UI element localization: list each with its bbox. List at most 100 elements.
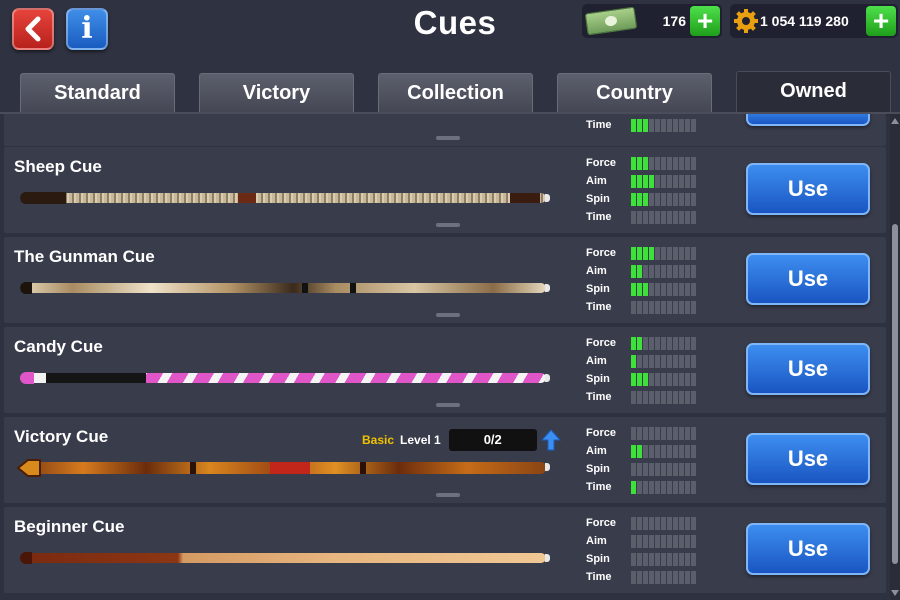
stat-bar-empty	[679, 463, 684, 476]
scrollbar[interactable]	[890, 114, 900, 600]
stat-bar-filled	[637, 157, 642, 170]
stat-bar-empty	[649, 391, 654, 404]
cue-tip	[545, 554, 550, 562]
stat-bar-empty	[667, 355, 672, 368]
tab-country[interactable]: Country	[557, 73, 712, 113]
stat-bar-empty	[685, 463, 690, 476]
stat-aim: Aim	[586, 533, 706, 551]
stat-label: Force	[586, 157, 616, 169]
add-coins-button[interactable]: +	[866, 6, 896, 36]
stat-bar-empty	[637, 463, 642, 476]
stat-bar-filled	[643, 247, 648, 260]
stat-bar-empty	[643, 211, 648, 224]
stat-bar-empty	[679, 119, 684, 132]
back-button[interactable]	[12, 8, 54, 50]
stat-bar-empty	[685, 355, 690, 368]
cue-band	[190, 462, 196, 474]
stat-bars	[631, 119, 696, 132]
stat-time: Time	[586, 569, 706, 587]
stat-label: Time	[586, 301, 612, 313]
stat-bar-empty	[691, 157, 696, 170]
scroll-down-arrow-icon[interactable]	[891, 590, 899, 596]
stat-bar-empty	[673, 157, 678, 170]
stat-bars	[631, 211, 696, 224]
stat-bar-empty	[637, 571, 642, 584]
stat-bar-filled	[631, 265, 636, 278]
cue-row-candy: Candy Cue Force Aim Spin Time Use	[4, 327, 886, 413]
stat-bar-empty	[643, 265, 648, 278]
stat-bar-empty	[661, 535, 666, 548]
tab-collection[interactable]: Collection	[378, 73, 533, 113]
scroll-up-arrow-icon[interactable]	[891, 118, 899, 124]
drag-handle	[436, 136, 460, 140]
stat-bar-filled	[631, 445, 636, 458]
stat-bar-empty	[661, 553, 666, 566]
use-button[interactable]	[746, 114, 870, 126]
upgrade-arrow-icon[interactable]	[540, 429, 561, 451]
stat-bar-empty	[643, 391, 648, 404]
stat-label: Spin	[586, 553, 610, 565]
stat-bar-empty	[691, 373, 696, 386]
tab-victory[interactable]: Victory	[199, 73, 354, 113]
stat-bar-empty	[643, 463, 648, 476]
stat-bar-empty	[637, 535, 642, 548]
stat-bar-empty	[661, 517, 666, 530]
stat-spin: Spin	[586, 371, 706, 389]
cash-icon	[584, 6, 638, 36]
coins-counter: 1 054 119 280 +	[730, 4, 898, 38]
cue-row-gunman: The Gunman Cue Force Aim Spin Time Use	[4, 237, 886, 323]
stat-spin: Spin	[586, 551, 706, 569]
add-cash-button[interactable]: +	[690, 6, 720, 36]
cue-image	[20, 372, 550, 384]
stat-bar-empty	[649, 355, 654, 368]
tab-owned[interactable]: Owned	[736, 71, 891, 116]
stat-bar-empty	[643, 481, 648, 494]
stat-bar-empty	[691, 193, 696, 206]
stat-bar-empty	[667, 157, 672, 170]
stat-bar-empty	[679, 175, 684, 188]
scroll-thumb[interactable]	[892, 224, 898, 564]
stat-bar-empty	[667, 301, 672, 314]
stat-bar-empty	[679, 427, 684, 440]
stat-bar-empty	[673, 301, 678, 314]
drag-handle	[436, 223, 460, 227]
stat-bar-empty	[631, 535, 636, 548]
stat-bar-empty	[655, 445, 660, 458]
use-button[interactable]: Use	[746, 433, 870, 485]
stat-bar-empty	[643, 535, 648, 548]
use-button[interactable]: Use	[746, 163, 870, 215]
stat-bar-empty	[637, 301, 642, 314]
stat-bar-empty	[691, 571, 696, 584]
tab-standard[interactable]: Standard	[20, 73, 175, 113]
cue-tip	[545, 463, 550, 471]
use-button[interactable]: Use	[746, 523, 870, 575]
cue-list[interactable]: Time Sheep Cue Force Aim Spin Time Use T…	[0, 114, 890, 600]
stat-bar-empty	[643, 301, 648, 314]
stat-force: Force	[586, 245, 706, 263]
stat-bar-empty	[655, 571, 660, 584]
stat-bar-empty	[643, 445, 648, 458]
stat-bar-filled	[631, 283, 636, 296]
stat-bar-empty	[655, 247, 660, 260]
stat-bar-empty	[667, 553, 672, 566]
use-button[interactable]: Use	[746, 343, 870, 395]
stat-bar-empty	[679, 535, 684, 548]
stat-bar-empty	[691, 553, 696, 566]
stat-bar-empty	[685, 283, 690, 296]
stat-bar-empty	[655, 283, 660, 296]
cue-butt	[20, 282, 32, 294]
stat-label: Force	[586, 427, 616, 439]
stat-bar-empty	[649, 445, 654, 458]
use-button[interactable]: Use	[746, 253, 870, 305]
stat-bar-empty	[631, 391, 636, 404]
stat-bar-empty	[667, 517, 672, 530]
stat-bar-empty	[667, 193, 672, 206]
stat-bar-filled	[631, 337, 636, 350]
stat-label: Aim	[586, 445, 607, 457]
info-button[interactable]: i	[66, 8, 108, 50]
stat-bar-empty	[679, 301, 684, 314]
stat-bar-empty	[679, 517, 684, 530]
cue-butt	[20, 192, 66, 204]
stat-bar-empty	[679, 391, 684, 404]
stat-bar-empty	[691, 463, 696, 476]
